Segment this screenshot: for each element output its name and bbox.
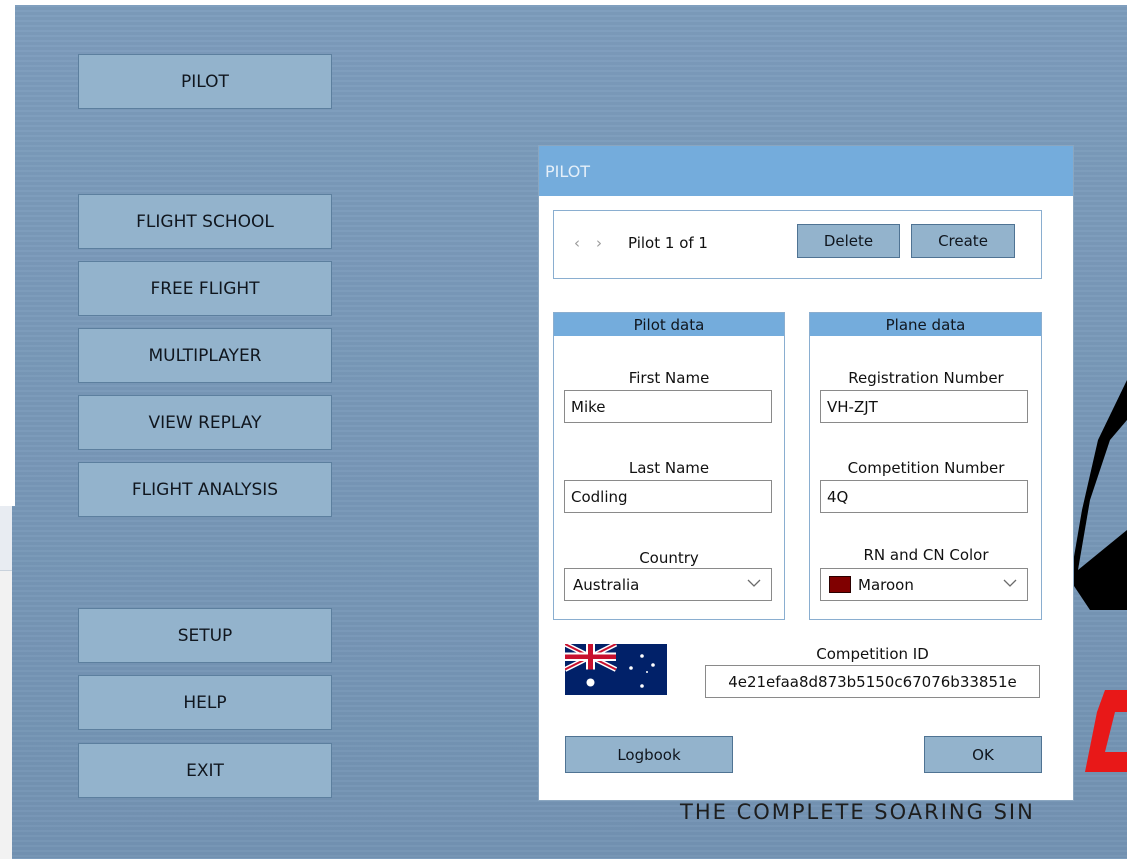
- free-flight-menu-button[interactable]: FREE FLIGHT: [78, 261, 332, 316]
- background-window-header: [0, 506, 12, 571]
- pilot-data-heading: Pilot data: [554, 313, 784, 336]
- registration-number-label: Registration Number: [848, 369, 1004, 387]
- first-name-label: First Name: [628, 369, 710, 387]
- country-label: Country: [639, 549, 699, 567]
- rn-cn-color-select[interactable]: Maroon: [820, 568, 1028, 601]
- pilot-position-text: Pilot 1 of 1: [628, 234, 708, 252]
- delete-button[interactable]: Delete: [797, 224, 900, 258]
- help-menu-button[interactable]: HELP: [78, 675, 332, 730]
- country-select[interactable]: Australia: [564, 568, 772, 601]
- plane-data-group: Plane data Registration Number VH-ZJT Co…: [809, 312, 1042, 620]
- brand-logo-mark: [1085, 690, 1127, 772]
- pilot-data-group: Pilot data First Name Mike Last Name Cod…: [553, 312, 785, 620]
- ok-button[interactable]: OK: [924, 736, 1042, 773]
- logbook-button[interactable]: Logbook: [565, 736, 733, 773]
- pilot-navigation-box: ‹ › Pilot 1 of 1 Delete Create: [553, 210, 1042, 279]
- competition-number-field[interactable]: 4Q: [820, 480, 1028, 513]
- last-name-field[interactable]: Codling: [564, 480, 772, 513]
- competition-id-field[interactable]: 4e21efaa8d873b5150c67076b33851e: [705, 665, 1040, 698]
- flight-school-menu-button[interactable]: FLIGHT SCHOOL: [78, 194, 332, 249]
- competition-number-label: Competition Number: [847, 459, 1005, 477]
- last-name-label: Last Name: [628, 459, 710, 477]
- plane-data-heading: Plane data: [810, 313, 1041, 336]
- color-swatch: [829, 576, 851, 593]
- first-name-field[interactable]: Mike: [564, 390, 772, 423]
- setup-menu-button[interactable]: SETUP: [78, 608, 332, 663]
- chevron-down-icon: [747, 579, 761, 587]
- create-button[interactable]: Create: [911, 224, 1015, 258]
- dialog-title: PILOT: [539, 146, 1073, 196]
- pilot-dialog: PILOT ‹ › Pilot 1 of 1 Delete Create Pil…: [538, 145, 1074, 801]
- chevron-left-icon[interactable]: ‹: [574, 234, 580, 252]
- exit-menu-button[interactable]: EXIT: [78, 743, 332, 798]
- country-value: Australia: [573, 575, 640, 594]
- window-left-edge: [0, 0, 15, 506]
- pilot-menu-button[interactable]: PILOT: [78, 54, 332, 109]
- window-top-edge: [0, 0, 1127, 5]
- multiplayer-menu-button[interactable]: MULTIPLAYER: [78, 328, 332, 383]
- australia-flag-icon: [565, 644, 667, 695]
- flight-analysis-menu-button[interactable]: FLIGHT ANALYSIS: [78, 462, 332, 517]
- view-replay-menu-button[interactable]: VIEW REPLAY: [78, 395, 332, 450]
- chevron-down-icon: [1003, 579, 1017, 587]
- color-value: Maroon: [858, 575, 914, 594]
- registration-number-field[interactable]: VH-ZJT: [820, 390, 1028, 423]
- competition-id-label: Competition ID: [816, 645, 929, 663]
- rn-cn-color-label: RN and CN Color: [863, 546, 989, 564]
- brand-tagline: THE COMPLETE SOARING SIN: [680, 800, 1035, 824]
- chevron-right-icon[interactable]: ›: [596, 234, 602, 252]
